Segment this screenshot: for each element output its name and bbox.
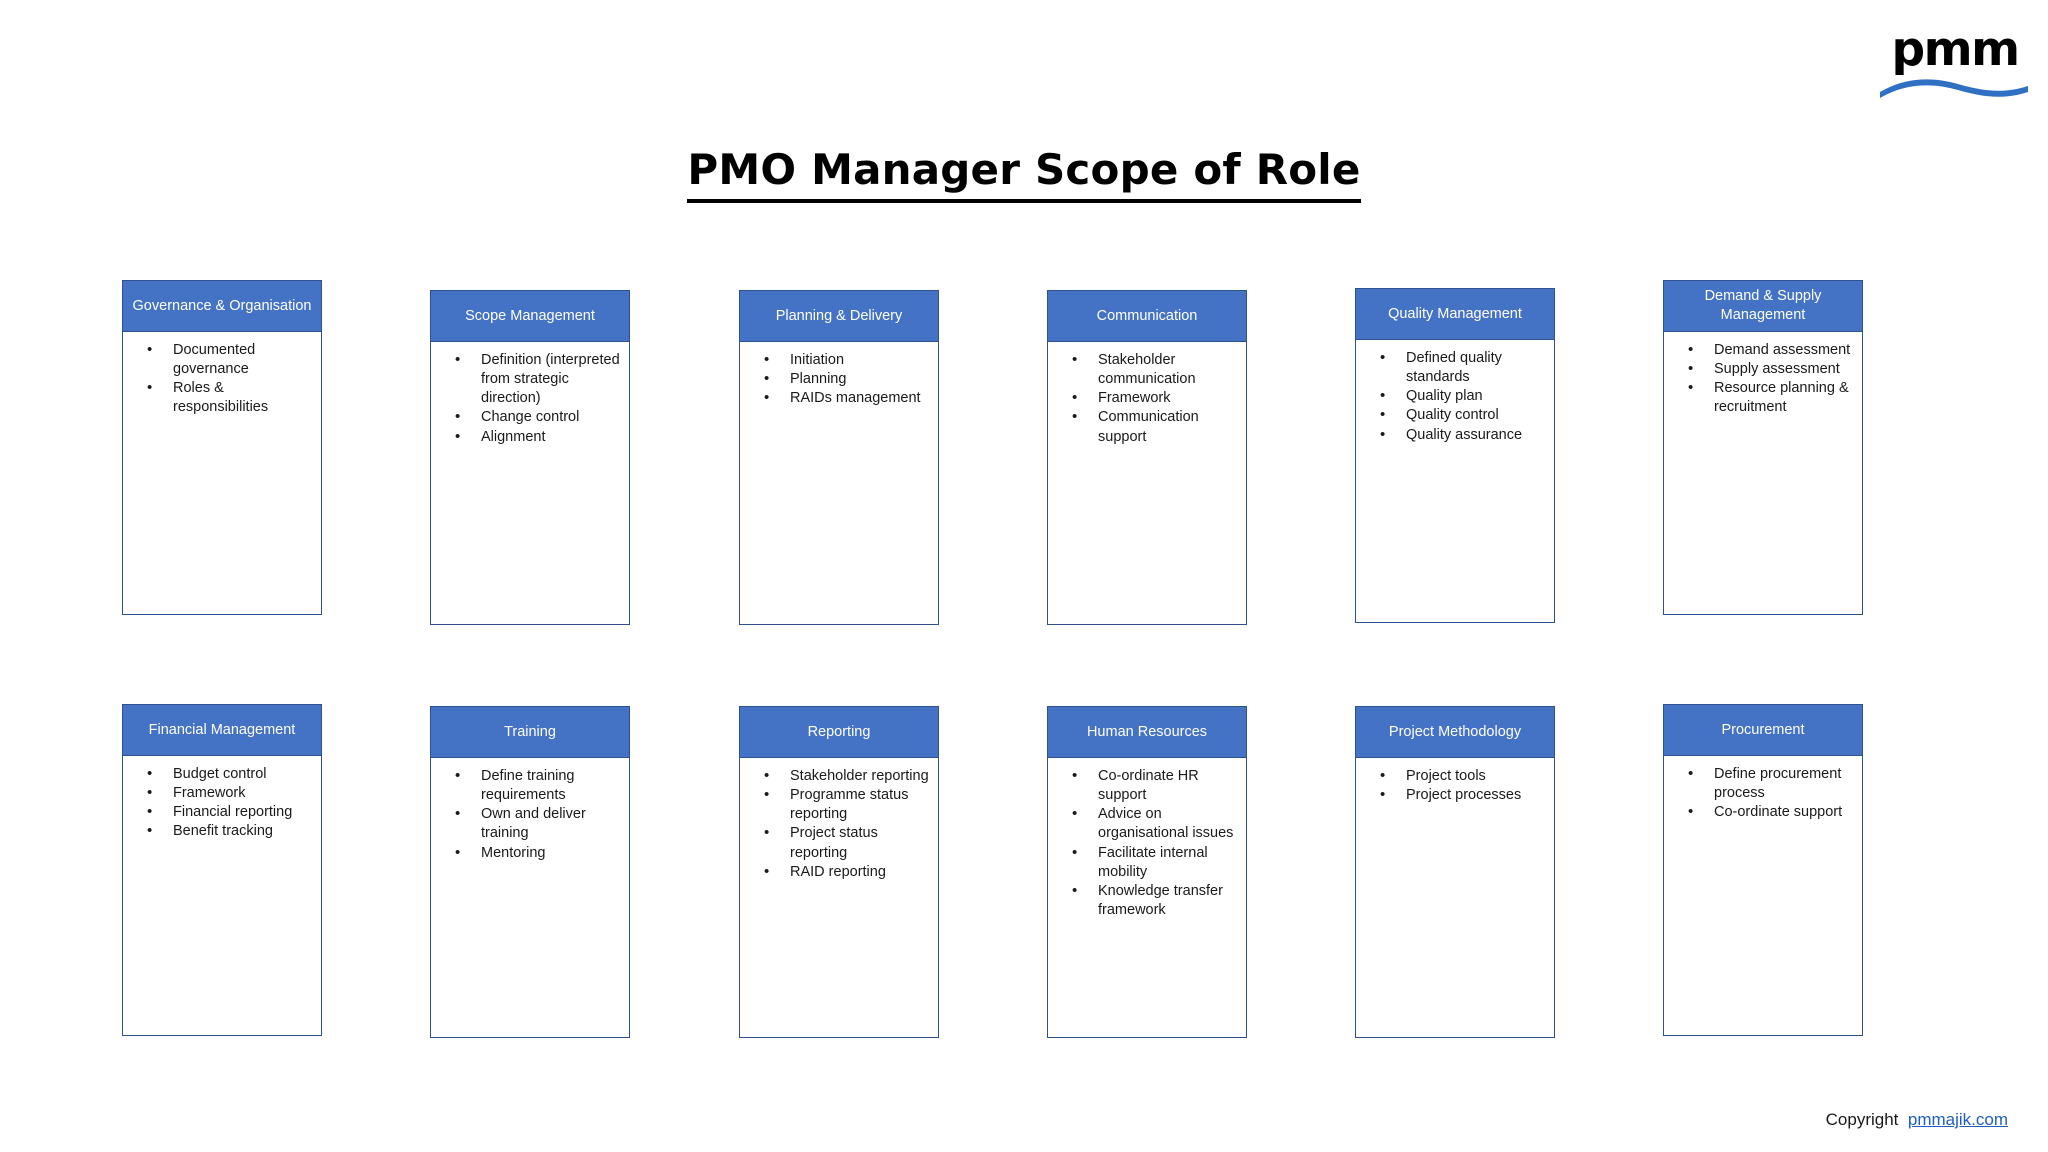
card-header: Reporting [739,706,939,758]
card-body: Define training requirements Own and del… [430,758,630,1038]
card-bullet-list: Co-ordinate HR support Advice on organis… [1054,766,1240,920]
list-item: Define training requirements [437,766,623,805]
copyright-label: Copyright [1825,1110,1899,1129]
card-header: Training [430,706,630,758]
card-project-methodology[interactable]: Project Methodology Project tools Projec… [1355,706,1555,1038]
list-item: Quality control [1362,405,1548,425]
card-body: Co-ordinate HR support Advice on organis… [1047,758,1247,1038]
card-human-resources[interactable]: Human Resources Co-ordinate HR support A… [1047,706,1247,1038]
list-item: RAID reporting [746,862,932,882]
list-item: Supply assessment [1670,359,1856,379]
list-item: Framework [1054,388,1240,408]
card-bullet-list: Define training requirements Own and del… [437,766,623,863]
card-quality-management[interactable]: Quality Management Defined quality stand… [1355,288,1555,623]
list-item: Alignment [437,426,623,447]
list-item: Advice on organisational issues [1054,804,1240,843]
list-item: Demand assessment [1670,340,1856,360]
card-header: Human Resources [1047,706,1247,758]
card-header: Governance & Organisation [122,280,322,332]
list-item: RAIDs management [746,388,932,408]
list-item: Benefit tracking [129,821,315,841]
card-header: Scope Management [430,290,630,342]
list-item: Communication support [1054,407,1240,446]
card-scope-management[interactable]: Scope Management Definition (interpreted… [430,290,630,625]
card-bullet-list: Demand assessment Supply assessment Reso… [1670,340,1856,418]
list-item: Roles & responsibilities [129,378,315,417]
card-communication[interactable]: Communication Stakeholder communication … [1047,290,1247,625]
card-header: Quality Management [1355,288,1555,340]
card-header: Communication [1047,290,1247,342]
card-bullet-list: Stakeholder reporting Programme status r… [746,766,932,882]
list-item: Stakeholder communication [1054,350,1240,389]
list-item: Co-ordinate support [1670,802,1856,822]
card-body: Define procurement process Co-ordinate s… [1663,756,1863,1036]
card-body: Project tools Project processes [1355,758,1555,1038]
card-bullet-list: Documented governance Roles & responsibi… [129,340,315,418]
card-planning-delivery[interactable]: Planning & Delivery Initiation Planning … [739,290,939,625]
card-bullet-list: Project tools Project processes [1362,766,1548,805]
list-item: Stakeholder reporting [746,766,932,786]
card-header: Project Methodology [1355,706,1555,758]
list-item: Project processes [1362,785,1548,805]
card-bullet-list: Definition (interpreted from strategic d… [437,350,623,447]
list-item: Define procurement process [1670,764,1856,803]
list-item: Knowledge transfer framework [1054,881,1240,920]
list-item: Framework [129,783,315,803]
card-financial-management[interactable]: Financial Management Budget control Fram… [122,704,322,1036]
list-item: Change control [437,407,623,427]
list-item: Project tools [1362,766,1548,786]
list-item: Resource planning & recruitment [1670,378,1856,417]
list-item: Defined quality standards [1362,348,1548,387]
card-body: Definition (interpreted from strategic d… [430,342,630,625]
list-item: Project status reporting [746,823,932,862]
card-bullet-list: Stakeholder communication Framework Comm… [1054,350,1240,447]
card-body: Demand assessment Supply assessment Reso… [1663,332,1863,615]
card-header: Procurement [1663,704,1863,756]
list-item: Planning [746,369,932,389]
card-body: Stakeholder reporting Programme status r… [739,758,939,1038]
card-body: Defined quality standards Quality plan Q… [1355,340,1555,623]
list-item: Quality plan [1362,386,1548,406]
card-reporting[interactable]: Reporting Stakeholder reporting Programm… [739,706,939,1038]
list-item: Definition (interpreted from strategic d… [437,350,623,408]
list-item: Programme status reporting [746,785,932,824]
list-item: Financial reporting [129,802,315,822]
card-body: Budget control Framework Financial repor… [122,756,322,1036]
list-item: Budget control [129,764,315,784]
scope-card-grid: Governance & Organisation Documented gov… [0,0,2048,1152]
card-bullet-list: Initiation Planning RAIDs management [746,350,932,408]
list-item: Mentoring [437,842,623,863]
list-item: Documented governance [129,340,315,379]
card-body: Initiation Planning RAIDs management [739,342,939,625]
list-item: Quality assurance [1362,424,1548,445]
card-demand-supply-management[interactable]: Demand & Supply Management Demand assess… [1663,280,1863,615]
list-item: Co-ordinate HR support [1054,766,1240,805]
card-training[interactable]: Training Define training requirements Ow… [430,706,630,1038]
list-item: Own and deliver training [437,804,623,843]
card-header: Financial Management [122,704,322,756]
card-header: Demand & Supply Management [1663,280,1863,332]
pmmajik-link[interactable]: pmmajik.com [1908,1110,2008,1129]
card-bullet-list: Defined quality standards Quality plan Q… [1362,348,1548,445]
card-governance-organisation[interactable]: Governance & Organisation Documented gov… [122,280,322,615]
card-body: Stakeholder communication Framework Comm… [1047,342,1247,625]
card-bullet-list: Define procurement process Co-ordinate s… [1670,764,1856,822]
list-item: Initiation [746,350,932,370]
card-header: Planning & Delivery [739,290,939,342]
card-procurement[interactable]: Procurement Define procurement process C… [1663,704,1863,1036]
footer-copyright: Copyright pmmajik.com [0,1110,2008,1130]
card-body: Documented governance Roles & responsibi… [122,332,322,615]
list-item: Facilitate internal mobility [1054,842,1240,882]
card-bullet-list: Budget control Framework Financial repor… [129,764,315,842]
